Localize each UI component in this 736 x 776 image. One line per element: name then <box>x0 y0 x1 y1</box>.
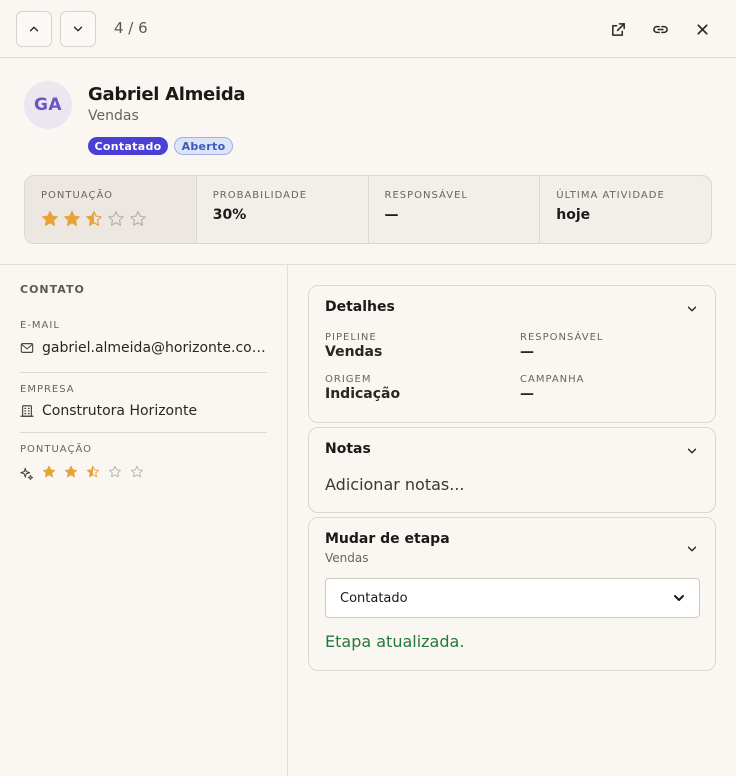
star-filled-icon <box>64 465 82 483</box>
stat-owner-label: RESPONSÁVEL <box>384 190 468 201</box>
owner-value: — <box>520 344 534 360</box>
open-external-button[interactable] <box>608 19 628 39</box>
stat-last-activity-label: ÚLTIMA ATIVIDADE <box>556 190 665 201</box>
panel-toolbar: 4 / 6 <box>0 0 736 58</box>
chevron-down-icon <box>674 595 684 601</box>
email-field[interactable]: gabriel.almeida@horizonte.com.br <box>20 340 267 356</box>
stat-owner-value: — <box>384 207 399 223</box>
contact-star-rating[interactable] <box>42 465 148 483</box>
company-value: Construtora Horizonte <box>42 403 198 419</box>
email-value[interactable]: gabriel.almeida@horizonte.com.br <box>42 340 267 356</box>
star-empty-icon <box>108 465 126 483</box>
stage-change-card: Mudar de etapa Vendas Contatado Etapa at… <box>308 517 716 671</box>
stage-updated-message: Etapa atualizada. <box>325 632 465 651</box>
mail-icon <box>20 343 34 353</box>
details-card: Detalhes PIPELINE Vendas RESPONSÁVEL — O… <box>308 285 716 423</box>
external-link-icon <box>611 22 625 36</box>
stat-owner: RESPONSÁVEL — <box>367 176 540 243</box>
lead-name: Gabriel Almeida <box>88 84 246 105</box>
chevron-down-icon <box>687 546 697 552</box>
stage-select-value: Contatado <box>340 590 408 606</box>
status-badge: Aberto <box>174 137 233 155</box>
company-field: Construtora Horizonte <box>20 403 267 419</box>
stat-score-label: PONTUAÇÃO <box>41 190 113 201</box>
origin-value: Indicação <box>325 386 401 402</box>
stat-score: PONTUAÇÃO <box>25 176 196 243</box>
chevron-down-icon <box>73 26 83 32</box>
owner-label: RESPONSÁVEL <box>520 332 604 343</box>
record-counter: 4 / 6 <box>114 19 148 37</box>
star-half-icon <box>86 465 104 483</box>
previous-record-button[interactable] <box>16 11 52 47</box>
field-separator <box>20 432 267 433</box>
contact-section-title: CONTATO <box>20 283 85 296</box>
stage-change-title: Mudar de etapa <box>325 531 450 547</box>
header-divider <box>0 264 736 265</box>
lead-pipeline: Vendas <box>88 108 139 124</box>
star-filled-icon <box>41 210 59 228</box>
chevron-down-icon <box>687 448 697 454</box>
star-half-icon <box>85 210 103 228</box>
star-empty-icon <box>129 210 147 228</box>
star-empty-icon <box>107 210 125 228</box>
lead-detail-panel: 4 / 6 GA Gabriel Almeida Vendas Contatad… <box>0 0 736 776</box>
company-label: EMPRESA <box>20 384 75 395</box>
pipeline-value: Vendas <box>325 344 383 360</box>
stat-last-activity-value: hoje <box>556 207 591 223</box>
notes-input[interactable]: Adicionar notas... <box>325 475 465 494</box>
details-title: Detalhes <box>325 299 395 315</box>
star-empty-icon <box>130 465 148 483</box>
notes-title: Notas <box>325 441 371 457</box>
next-record-button[interactable] <box>60 11 96 47</box>
chevron-up-icon <box>29 26 39 32</box>
notes-collapse-toggle[interactable] <box>685 444 699 458</box>
contact-score-field <box>20 465 267 483</box>
close-icon <box>696 23 708 35</box>
notes-card: Notas Adicionar notas... <box>308 427 716 513</box>
origin-label: ORIGEM <box>325 374 372 385</box>
contact-score-label: PONTUAÇÃO <box>20 444 92 455</box>
pipeline-field: PIPELINE Vendas <box>325 332 382 360</box>
owner-field: RESPONSÁVEL — <box>520 332 603 360</box>
campaign-value: — <box>520 386 534 402</box>
stat-last-activity: ÚLTIMA ATIVIDADE hoje <box>539 176 711 243</box>
campaign-label: CAMPANHA <box>520 374 585 385</box>
star-rating <box>41 210 147 228</box>
building-icon <box>20 405 34 417</box>
stat-probability: PROBABILIDADE 30% <box>195 176 368 243</box>
stat-probability-label: PROBABILIDADE <box>212 190 308 201</box>
star-filled-icon <box>42 465 60 483</box>
stage-change-subtitle: Vendas <box>325 551 369 565</box>
column-divider <box>287 265 288 776</box>
star-filled-icon <box>63 210 81 228</box>
sparkle-icon <box>20 467 34 481</box>
stage-select[interactable]: Contatado <box>325 578 700 618</box>
stats-bar: PONTUAÇÃO PROBABILIDADE 30% RESPONSÁVEL … <box>24 175 712 244</box>
chevron-down-icon <box>687 306 697 312</box>
link-icon <box>652 25 668 33</box>
field-separator <box>20 372 267 373</box>
stage-change-collapse-toggle[interactable] <box>685 542 699 556</box>
stage-badge: Contatado <box>88 137 168 155</box>
copy-link-button[interactable] <box>650 19 670 39</box>
origin-field: ORIGEM Indicação <box>325 374 400 402</box>
stat-probability-value: 30% <box>212 207 247 223</box>
close-panel-button[interactable] <box>692 19 712 39</box>
details-collapse-toggle[interactable] <box>685 302 699 316</box>
email-label: E-MAIL <box>20 320 60 331</box>
avatar: GA <box>24 81 72 129</box>
campaign-field: CAMPANHA — <box>520 374 585 402</box>
pipeline-label: PIPELINE <box>325 332 377 343</box>
